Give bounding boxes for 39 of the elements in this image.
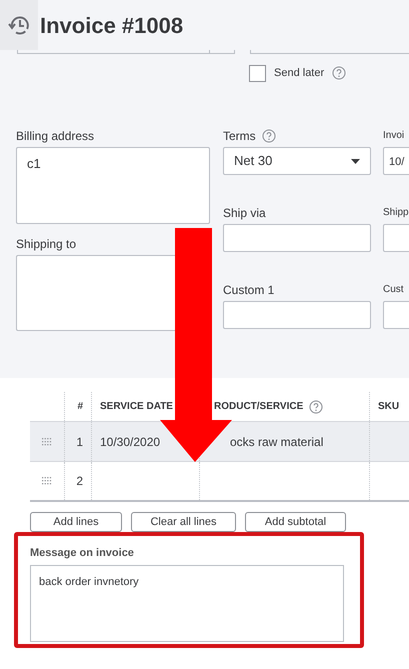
custom-field[interactable] <box>223 301 371 329</box>
help-icon[interactable] <box>309 400 324 414</box>
message-label: Message on invoice <box>30 547 135 560</box>
help-icon[interactable] <box>332 66 346 80</box>
column-header: SKU <box>378 400 400 414</box>
ship-via-field[interactable] <box>223 224 371 252</box>
table-row[interactable]: 2 <box>30 462 409 502</box>
column-header: RODUCT/SERVICE <box>214 400 304 414</box>
field-label: Cust <box>383 283 404 297</box>
line-number: 2 <box>76 473 83 490</box>
message-field[interactable]: back order invnetory <box>30 565 344 642</box>
cut-off-field[interactable]: 10/ <box>383 147 409 175</box>
send-later-checkbox[interactable] <box>249 64 266 82</box>
invoice-title: Invoice #1008 <box>40 12 184 40</box>
field-label: Custom 1 <box>223 283 274 297</box>
caret-icon <box>351 158 360 164</box>
table-row[interactable]: 1 10/30/2020 ocks raw material <box>30 422 409 462</box>
shipping-to-field[interactable] <box>16 255 175 331</box>
field-label: Ship via <box>223 206 266 220</box>
field-label: Shipping to <box>16 237 76 251</box>
field-label: Shipp <box>383 206 409 220</box>
history-button[interactable] <box>0 0 38 50</box>
drag-handle-icon[interactable] <box>42 477 52 485</box>
field-label: Terms <box>223 129 256 143</box>
drag-handle-icon[interactable] <box>42 438 52 446</box>
field-label: Invoi <box>383 129 404 143</box>
help-icon[interactable] <box>262 129 276 143</box>
table-action-button[interactable]: Clear all lines <box>131 512 236 532</box>
line-number: 1 <box>76 434 83 450</box>
send-later-label: Send later <box>274 66 324 81</box>
table-cell-text: 10/30/2020 <box>100 434 160 450</box>
table-action-button[interactable]: Add subtotal <box>245 512 346 532</box>
column-header: SERVICE DATE <box>100 400 173 414</box>
billing-address-field[interactable]: c1 <box>16 147 210 224</box>
table-cell-text: ocks raw material <box>230 434 324 450</box>
field-label: Billing address <box>16 129 94 143</box>
table-action-button[interactable]: Add lines <box>30 512 122 532</box>
terms-select[interactable]: Net 30 <box>223 147 371 175</box>
column-header: # <box>77 400 83 414</box>
